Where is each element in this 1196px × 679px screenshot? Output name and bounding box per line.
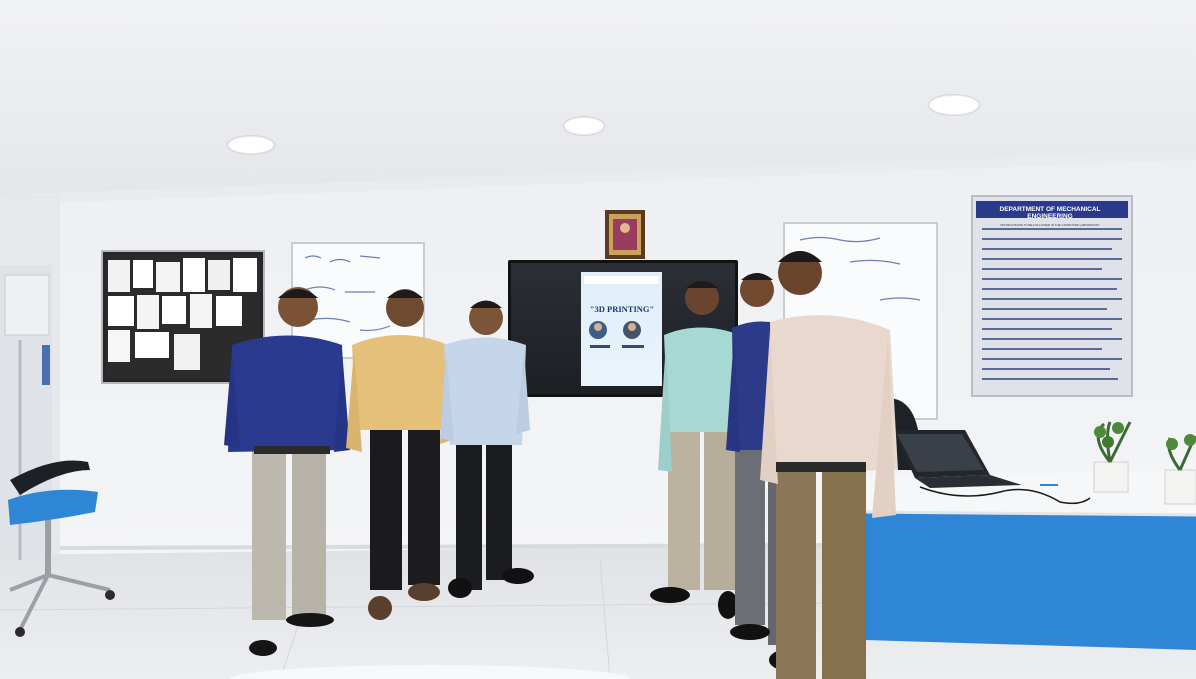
ceiling-light bbox=[229, 137, 273, 153]
pen bbox=[1040, 484, 1058, 486]
notice-title: DEPARTMENT OF MECHANICAL ENGINEERING bbox=[999, 206, 1101, 220]
slide-heading: "3D PRINTING" bbox=[589, 304, 655, 314]
department-notice-text: DEPARTMENT OF MECHANICAL ENGINEERING INS… bbox=[972, 196, 1132, 396]
computer-desk bbox=[864, 470, 1196, 650]
notice-subtitle: INSTRUCTIONS TO BE FOLLOWED IN THE COMPU… bbox=[1000, 223, 1100, 227]
ceiling-light bbox=[930, 96, 978, 114]
lab-photo-scene: DEPARTMENT OF MECHANICAL ENGINEERING INS… bbox=[0, 0, 1196, 679]
picture-frame bbox=[605, 210, 645, 259]
ceiling-light bbox=[565, 118, 603, 134]
